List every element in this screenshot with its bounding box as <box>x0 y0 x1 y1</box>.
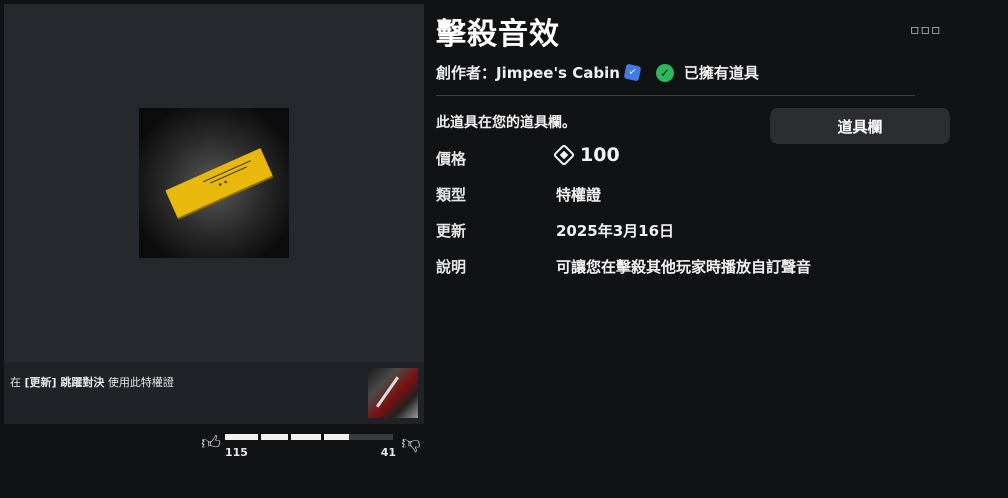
creator-name[interactable]: Jimpee's Cabin <box>496 64 620 82</box>
divider <box>436 95 915 96</box>
description-value: 可讓您在擊殺其他玩家時播放自訂聲音 <box>556 258 812 276</box>
experience-link[interactable]: 在 [更新] 跳躍對決 使用此特權證 <box>4 362 424 424</box>
more-options-icon[interactable]: ▫▫▫ <box>910 20 940 40</box>
owned-note: 此道具在您的道具欄。 <box>436 115 576 131</box>
experience-suffix: 使用此特權證 <box>107 376 174 389</box>
owned-label: 已擁有道具 <box>683 64 759 82</box>
vote-ratio-fill <box>225 434 349 440</box>
vote-ratio-track <box>225 434 393 440</box>
thumbs-up-icon[interactable]: 👍︎ <box>200 432 222 454</box>
experience-name[interactable]: [更新] 跳躍對決 <box>25 376 105 389</box>
creator-label: 創作者： <box>436 64 497 82</box>
experience-prefix: 在 <box>10 376 21 389</box>
robux-icon <box>552 143 576 167</box>
inventory-button[interactable]: 道具欄 <box>770 108 950 144</box>
type-label: 類型 <box>436 186 467 204</box>
updated-value: 2025年3月16日 <box>556 222 675 240</box>
vote-bar: 👍︎ 115 41 👎︎ <box>198 430 424 460</box>
check-circle-icon: ✓ <box>655 63 674 82</box>
experience-text: 在 [更新] 跳躍對決 使用此特權證 <box>10 374 174 390</box>
item-media-panel: ✦✦ <box>4 4 424 424</box>
creator-row: 創作者： Jimpee's Cabin ✓ ✓ 已擁有道具 <box>436 62 759 83</box>
ticket-icon: ✦✦ <box>165 148 273 218</box>
verified-badge-icon: ✓ <box>623 63 642 82</box>
price-row: 100 <box>552 143 620 167</box>
thumbs-down-icon[interactable]: 👎︎ <box>400 432 422 454</box>
price-value: 100 <box>580 144 620 166</box>
price-label: 價格 <box>436 150 467 168</box>
upvote-count: 115 <box>225 446 248 459</box>
downvote-count: 41 <box>380 446 396 459</box>
experience-thumbnail[interactable] <box>368 368 418 418</box>
updated-label: 更新 <box>436 222 467 240</box>
description-label: 說明 <box>436 258 467 276</box>
item-thumbnail: ✦✦ <box>139 108 289 258</box>
type-value: 特權證 <box>556 186 602 204</box>
item-title: 擊殺音效 <box>436 17 560 52</box>
